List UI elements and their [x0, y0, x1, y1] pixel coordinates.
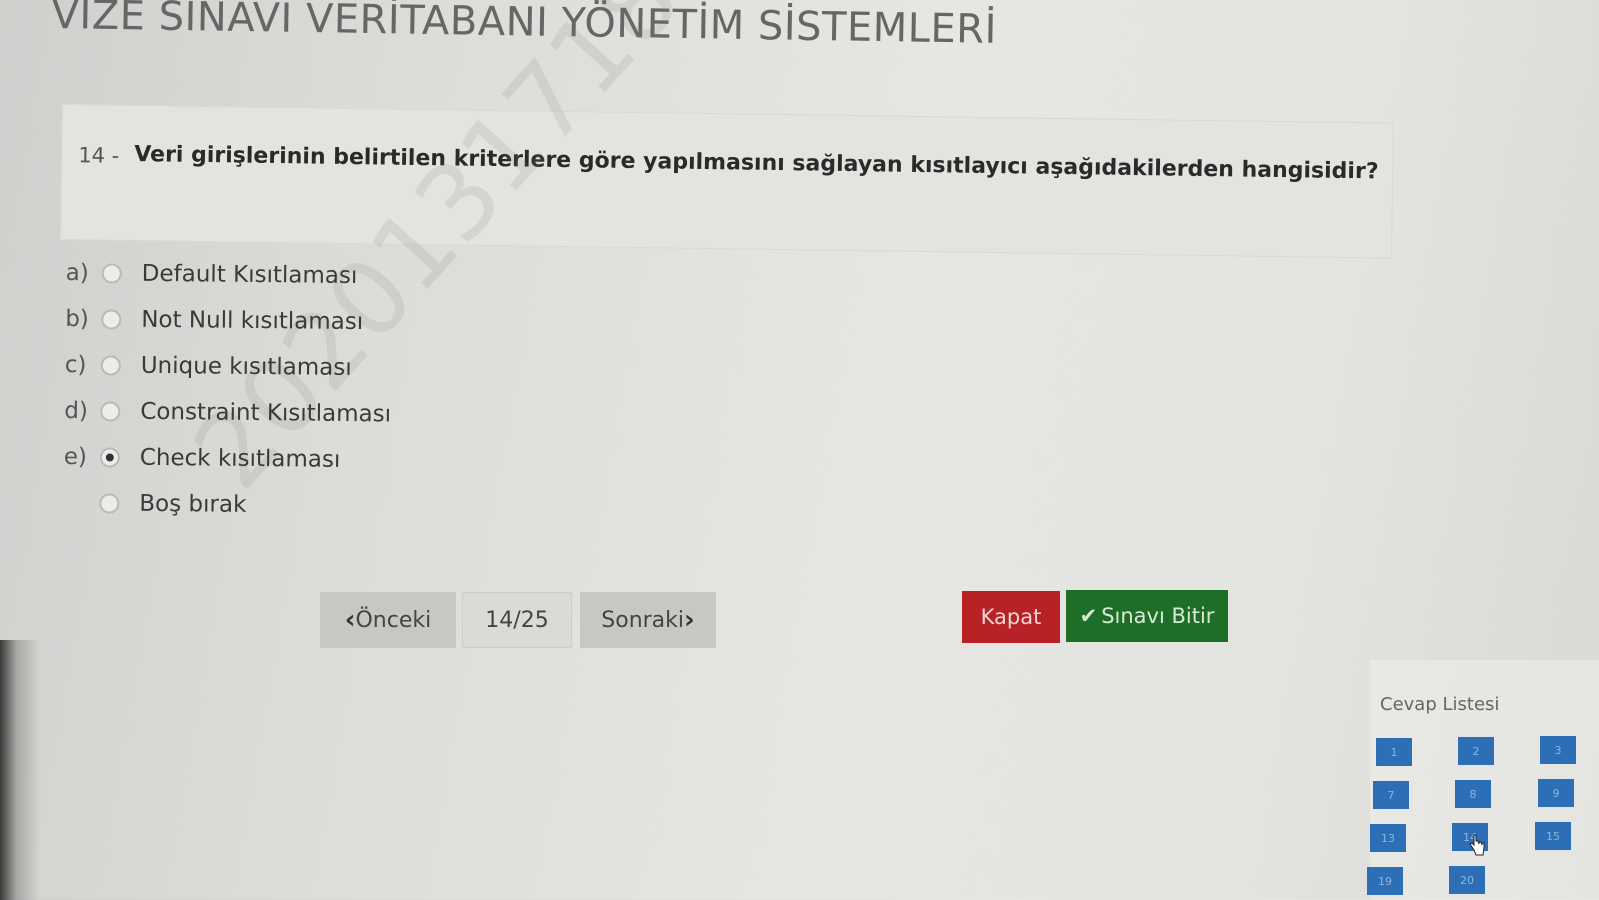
radio-button[interactable] — [101, 309, 121, 329]
option-label: Unique kısıtlaması — [141, 353, 352, 381]
answer-cell[interactable]: 15 — [1535, 822, 1571, 850]
hand-cursor-icon — [1468, 834, 1486, 856]
radio-button[interactable] — [100, 401, 120, 421]
answer-cell[interactable]: 19 — [1367, 867, 1403, 895]
answer-list-title: Cevap Listesi — [1380, 694, 1499, 715]
next-label: Sonraki — [601, 608, 684, 633]
option-b[interactable]: b) Not Null kısıtlaması — [65, 296, 392, 345]
answer-cell[interactable]: 9 — [1538, 779, 1574, 807]
option-skip[interactable]: Boş bırak — [63, 480, 390, 529]
previous-button[interactable]: ‹ Önceki — [320, 592, 456, 648]
answer-cell[interactable]: 2 — [1458, 737, 1494, 765]
answer-cell[interactable]: 13 — [1370, 824, 1406, 852]
option-label: Not Null kısıtlaması — [141, 307, 363, 335]
chevron-right-icon: › — [684, 605, 695, 635]
radio-button[interactable] — [99, 493, 119, 513]
answer-cell[interactable]: 20 — [1449, 866, 1485, 894]
answer-cell[interactable]: 7 — [1373, 781, 1409, 809]
option-label: Boş bırak — [139, 491, 246, 518]
option-label: Constraint Kısıtlaması — [140, 399, 391, 428]
answer-cell[interactable]: 8 — [1455, 780, 1491, 808]
answer-cell[interactable]: 3 — [1540, 736, 1576, 764]
radio-button[interactable] — [102, 263, 122, 283]
question-panel: 14 - Veri girişlerinin belirtilen kriter… — [60, 104, 1394, 259]
close-button[interactable]: Kapat — [962, 591, 1060, 643]
option-letter: c) — [65, 352, 101, 378]
finish-exam-button[interactable]: ✔ Sınavı Bitir — [1066, 590, 1228, 642]
question-number: 14 - — [78, 143, 119, 168]
next-button[interactable]: Sonraki › — [580, 592, 716, 648]
option-letter: b) — [65, 306, 101, 332]
question-text: Veri girişlerinin belirtilen kriterlere … — [134, 142, 1379, 184]
finish-exam-label: Sınavı Bitir — [1101, 604, 1214, 628]
chevron-left-icon: ‹ — [345, 605, 356, 635]
answer-cell[interactable]: 1 — [1376, 738, 1412, 766]
option-e[interactable]: e) Check kısıtlaması — [64, 434, 391, 483]
radio-button-selected[interactable] — [100, 447, 120, 467]
option-a[interactable]: a) Default Kısıtlaması — [66, 250, 393, 299]
option-label: Default Kısıtlaması — [142, 261, 358, 289]
option-letter: d) — [64, 398, 100, 424]
page-title: VİZE SINAVI VERİTABANI YÖNETİM SİSTEMLER… — [51, 0, 997, 53]
option-c[interactable]: c) Unique kısıtlaması — [65, 342, 392, 391]
option-label: Check kısıtlaması — [140, 445, 341, 473]
check-icon: ✔ — [1080, 604, 1098, 628]
option-letter: e) — [64, 444, 100, 470]
option-letter: a) — [66, 260, 102, 286]
screen-edge-shadow — [0, 640, 40, 900]
answer-options: a) Default Kısıtlaması b) Not Null kısıt… — [63, 250, 393, 529]
option-d[interactable]: d) Constraint Kısıtlaması — [64, 388, 391, 437]
radio-button[interactable] — [101, 355, 121, 375]
page-indicator: 14/25 — [462, 592, 572, 648]
previous-label: Önceki — [355, 608, 431, 633]
